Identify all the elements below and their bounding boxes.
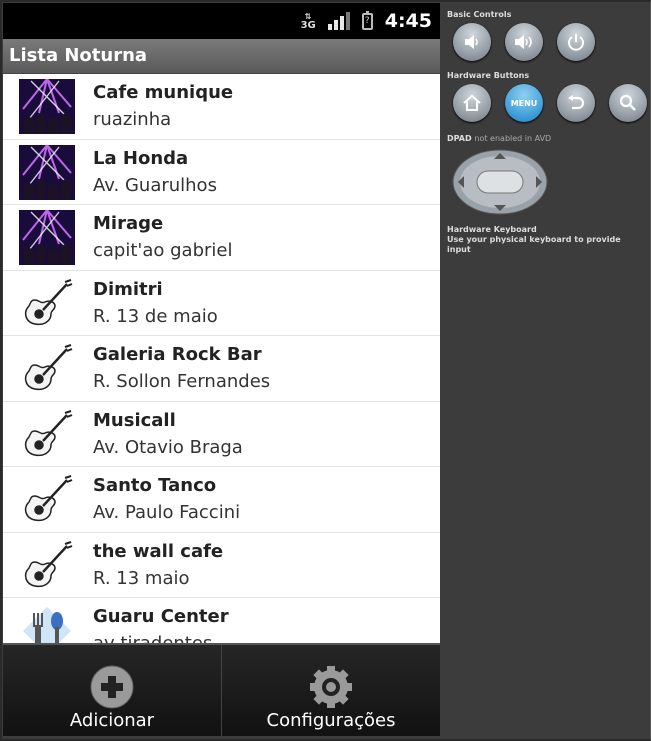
add-button[interactable]: Adicionar	[3, 645, 221, 736]
power-icon	[568, 34, 584, 51]
place-name: La Honda	[93, 147, 189, 169]
settings-label: Configurações	[266, 710, 396, 731]
list-item[interactable]: Dimitri R. 13 de maio	[3, 270, 440, 336]
signal-icon	[327, 12, 350, 30]
keyboard-title: Hardware Keyboard	[447, 225, 537, 234]
place-address: ruazinha	[93, 109, 172, 130]
party-icon	[19, 210, 75, 265]
list-item[interactable]: the wall cafe R. 13 maio	[3, 532, 440, 598]
place-address: R. Sollon Fernandes	[93, 371, 271, 392]
bottom-menu: Adicionar Configurações	[3, 643, 440, 736]
back-icon	[568, 95, 585, 110]
status-bar: ⇅ 3G ? 4:45	[3, 3, 440, 39]
home-button[interactable]	[453, 84, 491, 122]
list-item[interactable]: Cafe munique ruazinha	[3, 74, 440, 140]
keyboard-note: Use your physical keyboard to provide in…	[447, 235, 621, 254]
list-item[interactable]: La Honda Av. Guarulhos	[3, 139, 440, 205]
volume-down-icon	[465, 35, 478, 49]
volume-up-icon	[515, 35, 532, 49]
place-name: Mirage	[93, 213, 164, 234]
place-name: Musicall	[93, 409, 176, 431]
emulator-controls-panel: Basic Controls Hardware Buttons MENU DPA…	[447, 10, 647, 255]
guitar-icon	[19, 472, 75, 527]
network-3g-icon: ⇅ 3G	[300, 12, 316, 31]
power-button[interactable]	[557, 23, 595, 61]
place-name: Galeria Rock Bar	[93, 344, 262, 365]
list-item[interactable]: Galeria Rock Bar R. Sollon Fernandes	[3, 336, 440, 402]
basic-controls-heading: Basic Controls	[447, 10, 512, 19]
place-name: Guaru Center	[93, 606, 229, 627]
place-address: Av. Paulo Faccini	[93, 502, 241, 523]
volume-up-button[interactable]	[505, 23, 543, 61]
place-address: capit'ao gabriel	[93, 240, 233, 261]
place-name: Cafe munique	[93, 82, 234, 103]
party-icon	[19, 144, 75, 200]
device-screen: ⇅ 3G ? 4:45 Lista Noturna Cafe munique rua…	[3, 3, 440, 736]
hardware-buttons-heading: Hardware Buttons	[447, 71, 530, 80]
place-address: R. 13 de maio	[93, 305, 218, 327]
add-label: Adicionar	[69, 710, 155, 731]
place-address: Av. Otavio Braga	[93, 436, 243, 458]
list-item[interactable]: Santo Tanco Av. Paulo Faccini	[3, 467, 440, 533]
search-icon	[619, 94, 636, 111]
guitar-icon	[19, 341, 75, 396]
app-title-bar: Lista Noturna	[3, 39, 440, 74]
menu-label: MENU	[510, 98, 538, 108]
add-icon	[87, 665, 137, 713]
guitar-icon	[19, 406, 75, 462]
place-list: Cafe munique ruazinha La Honda Av. Guarulho…	[3, 74, 440, 664]
guitar-icon	[19, 537, 75, 593]
guitar-icon	[19, 275, 75, 331]
place-name: Santo Tanco	[93, 475, 217, 496]
back-button[interactable]	[557, 84, 595, 122]
app-title: Lista Noturna	[9, 45, 148, 66]
list-item[interactable]: Mirage capit'ao gabriel	[3, 205, 440, 271]
dpad-heading: DPAD not enabled in AVD	[447, 134, 552, 143]
settings-gear-icon	[306, 665, 356, 713]
menu-button[interactable]: MENU	[505, 84, 543, 122]
place-name: the wall cafe	[93, 540, 224, 562]
home-icon	[463, 94, 481, 111]
place-name: Dimitri	[93, 278, 163, 300]
battery-icon: ?	[361, 10, 373, 30]
status-time: 4:45	[384, 10, 432, 32]
settings-button[interactable]: Configurações	[221, 645, 440, 736]
dpad[interactable]	[452, 149, 548, 215]
place-address: R. 13 maio	[93, 567, 190, 589]
volume-down-button[interactable]	[453, 23, 491, 61]
keyboard-info: Hardware Keyboard Use your physical keyb…	[447, 225, 647, 255]
search-button[interactable]	[609, 84, 647, 122]
list-item[interactable]: Musicall Av. Otavio Braga	[3, 401, 440, 467]
place-address: Av. Guarulhos	[93, 174, 217, 196]
party-icon	[19, 79, 75, 134]
